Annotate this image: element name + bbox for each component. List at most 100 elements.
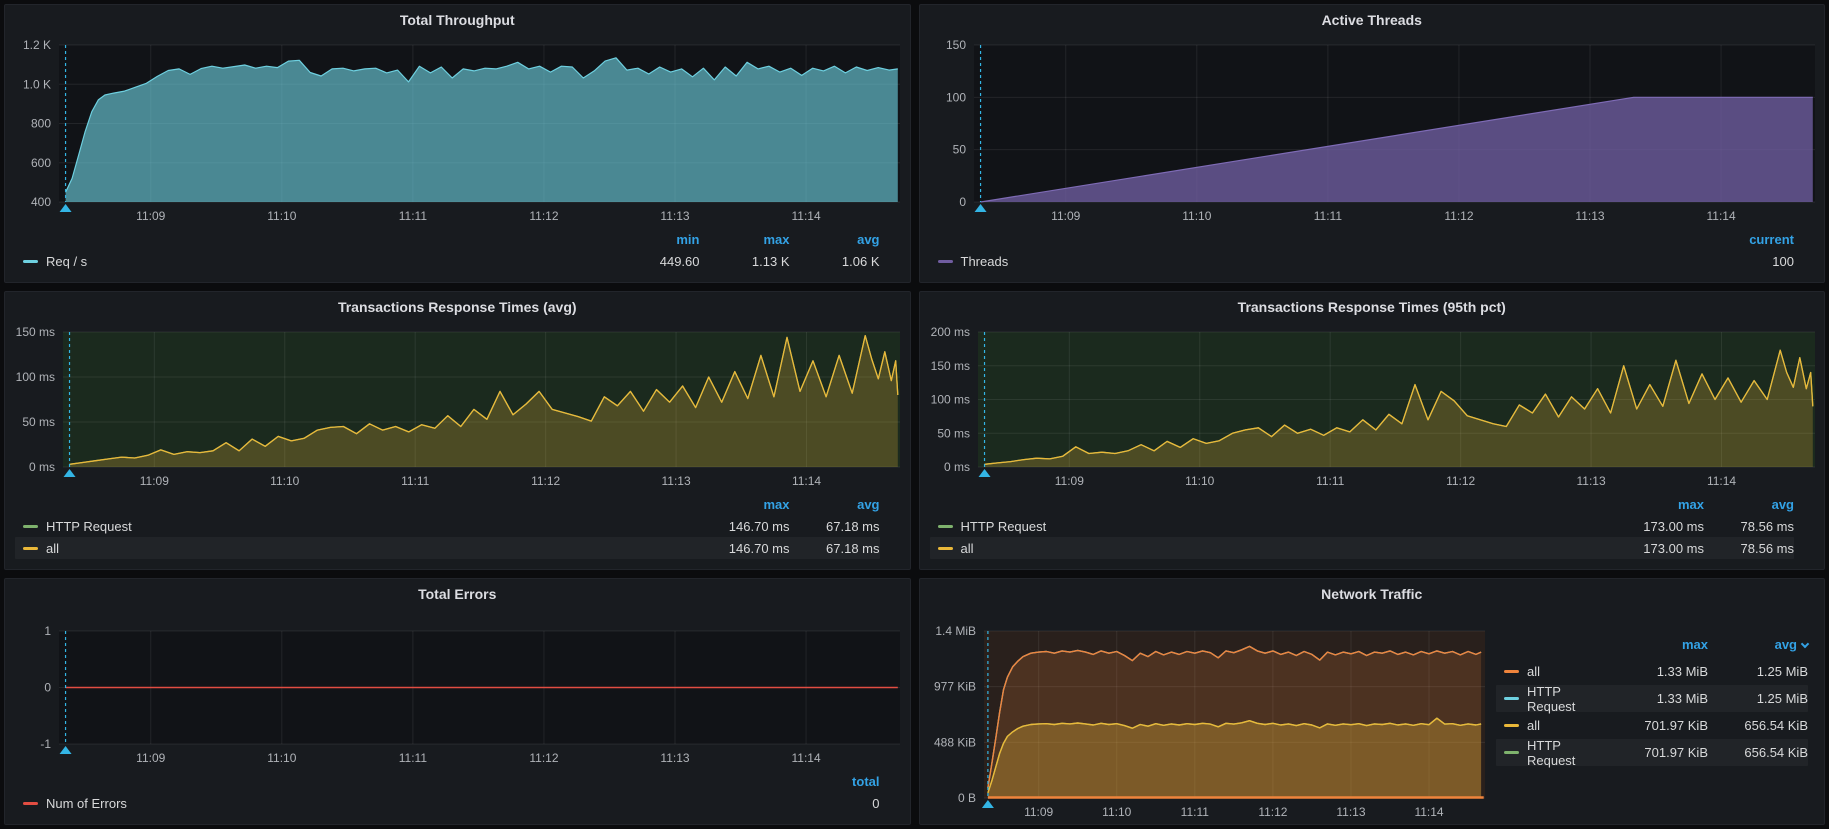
legend-header-max[interactable]: max [1614,497,1704,512]
series-color-dash [1504,724,1519,727]
legend-series-label[interactable]: HTTP Request [961,519,1047,534]
annotation-marker-icon[interactable] [974,204,986,212]
legend-value: 173.00 ms [1614,519,1704,534]
x-axis-tick-label: 11:14 [792,474,821,488]
legend-series-label[interactable]: all [46,541,59,556]
legend-series-label[interactable]: Num of Errors [46,796,127,811]
x-axis-tick-label: 11:11 [1316,474,1345,488]
panel-title-response-times-avg[interactable]: Transactions Response Times (avg) [5,292,910,322]
annotation-marker-icon[interactable] [60,746,72,754]
chart-active-threads[interactable]: 05010015011:0911:1011:1111:1211:1311:14 [920,35,1825,228]
legend-row: Num of Errors0 [15,792,880,814]
legend-header-avg[interactable]: avg [790,232,880,247]
legend-series-label[interactable]: all [961,541,974,556]
legend-value: 1.25 MiB [1708,691,1808,706]
panel-title-total-throughput[interactable]: Total Throughput [5,5,910,35]
y-axis-tick-label: 0 [959,195,966,209]
legend-total-errors: total Num of Errors0 [5,770,910,824]
legend-header-max[interactable]: max [700,232,790,247]
x-axis-tick-label: 11:13 [1336,805,1365,819]
legend-series-label[interactable]: all [1527,718,1540,733]
legend-header-current[interactable]: current [1704,232,1794,247]
legend-series-label[interactable]: HTTP Request [1527,738,1608,768]
x-axis-tick-label: 11:10 [267,751,296,765]
legend-value: 1.13 K [700,254,790,269]
x-axis-tick-label: 11:11 [1313,209,1342,223]
y-axis-tick-label: -1 [40,737,51,751]
legend-value: 449.60 [610,254,700,269]
annotation-marker-icon[interactable] [64,469,76,477]
series-color-dash [1504,670,1519,673]
legend-value: 67.18 ms [790,519,880,534]
legend-series-label[interactable]: Req / s [46,254,87,269]
annotation-marker-icon[interactable] [60,204,72,212]
chart-response-times-avg[interactable]: 0 ms50 ms100 ms150 ms11:0911:1011:1111:1… [5,322,910,493]
legend-network-traffic: maxavgall1.33 MiB1.25 MiBHTTP Request1.3… [1492,609,1824,824]
x-axis-tick-label: 11:14 [1706,474,1735,488]
legend-value: 146.70 ms [700,519,790,534]
legend-total-throughput: minmaxavgReq / s449.601.13 K1.06 K [5,228,910,282]
series-color-dash [938,547,953,550]
annotation-marker-icon[interactable] [981,800,993,808]
chart-total-errors[interactable]: -10111:0911:1011:1111:1211:1311:14 [5,609,910,770]
legend-series: Num of Errors [15,796,127,811]
chart-response-times-95th[interactable]: 0 ms50 ms100 ms150 ms200 ms11:0911:1011:… [920,322,1825,493]
legend-value: 78.56 ms [1704,541,1794,556]
x-axis-tick-label: 11:09 [136,751,165,765]
legend-value: 100 [1704,254,1794,269]
legend-series: all [1496,718,1540,733]
legend-series-label[interactable]: HTTP Request [46,519,132,534]
x-axis-tick-label: 11:12 [529,209,558,223]
x-axis-tick-label: 11:11 [399,209,428,223]
legend-row: HTTP Request701.97 KiB656.54 KiB [1496,739,1808,766]
legend-header-min[interactable]: min [610,232,700,247]
legend-header-avg[interactable]: avg [1704,497,1794,512]
y-axis-tick-label: 150 [945,38,965,52]
panel-title-active-threads[interactable]: Active Threads [920,5,1825,35]
y-axis-tick-label: 0 [44,681,51,695]
x-axis-tick-label: 11:13 [1576,474,1605,488]
chart-total-throughput[interactable]: 4006008001.0 K1.2 K11:0911:1011:1111:121… [5,35,910,228]
panel-title-response-times-95th[interactable]: Transactions Response Times (95th pct) [920,292,1825,322]
x-axis-tick-label: 11:13 [660,751,689,765]
x-axis-tick-label: 11:13 [1575,209,1604,223]
x-axis-tick-label: 11:10 [1182,209,1211,223]
y-axis-tick-label: 0 B [957,791,975,805]
y-axis-tick-label: 488 KiB [933,735,975,749]
panel-total-throughput: Total Throughput 4006008001.0 K1.2 K11:0… [4,4,911,283]
legend-header-avg[interactable]: avg [790,497,880,512]
x-axis-tick-label: 11:09 [1054,474,1083,488]
y-axis-tick-label: 50 ms [937,426,970,440]
panel-response-times-avg: Transactions Response Times (avg) 0 ms50… [4,291,911,570]
legend-series-label[interactable]: all [1527,664,1540,679]
legend-header-total[interactable]: total [790,774,880,789]
legend-value: 146.70 ms [700,541,790,556]
y-axis-tick-label: 800 [31,117,51,131]
chart-network-traffic[interactable]: 0 B488 KiB977 KiB1.4 MiB11:0911:1011:111… [920,609,1493,824]
legend-header-avg[interactable]: avg [1708,637,1808,652]
panel-title-network-traffic[interactable]: Network Traffic [920,579,1825,609]
y-axis-tick-label: 0 ms [29,460,55,474]
legend-header-max[interactable]: max [700,497,790,512]
legend-series-label[interactable]: Threads [961,254,1009,269]
legend-series: all [15,541,59,556]
legend-value: 656.54 KiB [1708,718,1808,733]
series-color-dash [1504,697,1519,700]
annotation-marker-icon[interactable] [978,469,990,477]
legend-value: 701.97 KiB [1608,745,1708,760]
y-axis-tick-label: 150 ms [930,359,969,373]
legend-series-label[interactable]: HTTP Request [1527,684,1608,714]
legend-header-row: total [15,770,880,792]
legend-row: Req / s449.601.13 K1.06 K [15,250,880,272]
panel-title-total-errors[interactable]: Total Errors [5,579,910,609]
legend-header-max[interactable]: max [1608,637,1708,652]
x-axis-tick-label: 11:13 [662,474,691,488]
x-axis-tick-label: 11:09 [136,209,165,223]
legend-value: 78.56 ms [1704,519,1794,534]
chart-svg: 05010015011:0911:1011:1111:1211:1311:14 [920,35,1825,228]
y-axis-tick-label: 100 ms [930,393,969,407]
legend-header-row: minmaxavg [15,228,880,250]
legend-row: all1.33 MiB1.25 MiB [1496,658,1808,685]
legend-value: 1.33 MiB [1608,664,1708,679]
x-axis-tick-label: 11:12 [1446,474,1475,488]
